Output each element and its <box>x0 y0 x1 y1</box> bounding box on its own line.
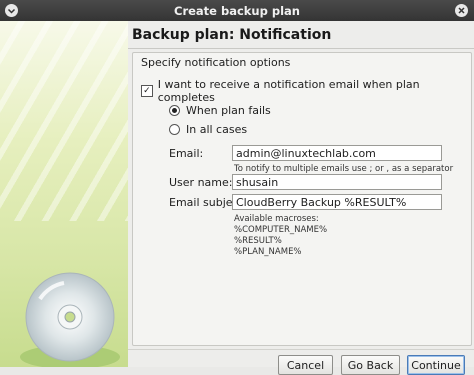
wizard-banner <box>0 21 128 367</box>
macro-item: %COMPUTER_NAME% <box>234 225 328 235</box>
email-field[interactable] <box>232 145 442 161</box>
radio-in-all-cases[interactable]: In all cases <box>169 123 247 136</box>
checkbox-box[interactable]: ✓ <box>141 85 153 97</box>
radio-button-selected[interactable] <box>169 105 180 116</box>
enable-notification-checkbox[interactable]: ✓ I want to receive a notification email… <box>141 78 471 104</box>
disc-icon <box>20 272 120 367</box>
radio-label: When plan fails <box>186 104 271 117</box>
close-icon[interactable] <box>454 3 469 18</box>
section-label: Specify notification options <box>141 56 291 69</box>
macro-item: %PLAN_NAME% <box>234 247 302 257</box>
checkmark-icon: ✓ <box>143 85 151 96</box>
macros-list: Available macroses: %COMPUTER_NAME% %RES… <box>234 214 327 258</box>
heading-divider <box>128 48 474 49</box>
banner-pattern <box>0 21 128 221</box>
email-subject-field[interactable] <box>232 194 442 210</box>
footer-divider <box>128 349 474 350</box>
macro-item: %RESULT% <box>234 236 282 246</box>
macros-title: Available macroses: <box>234 214 319 224</box>
radio-button[interactable] <box>169 124 180 135</box>
page-title: Backup plan: Notification <box>132 27 332 43</box>
username-label: User name: <box>169 176 233 189</box>
minimize-icon[interactable] <box>4 3 19 18</box>
username-field[interactable] <box>232 174 442 190</box>
radio-when-plan-fails[interactable]: When plan fails <box>169 104 271 117</box>
window-title: Create backup plan <box>174 3 300 18</box>
cancel-button[interactable]: Cancel <box>278 355 333 375</box>
go-back-button[interactable]: Go Back <box>341 355 400 375</box>
window-titlebar: Create backup plan <box>0 0 474 21</box>
email-hint: To notify to multiple emails use ; or , … <box>234 164 454 174</box>
enable-notification-label: I want to receive a notification email w… <box>157 78 420 104</box>
continue-button[interactable]: Continue <box>407 355 465 375</box>
radio-label: In all cases <box>186 123 248 136</box>
email-label: Email: <box>169 147 204 160</box>
wizard-page: Backup plan: Notification Specify notifi… <box>128 21 474 375</box>
options-panel: Specify notification options ✓ I want to… <box>132 52 472 346</box>
